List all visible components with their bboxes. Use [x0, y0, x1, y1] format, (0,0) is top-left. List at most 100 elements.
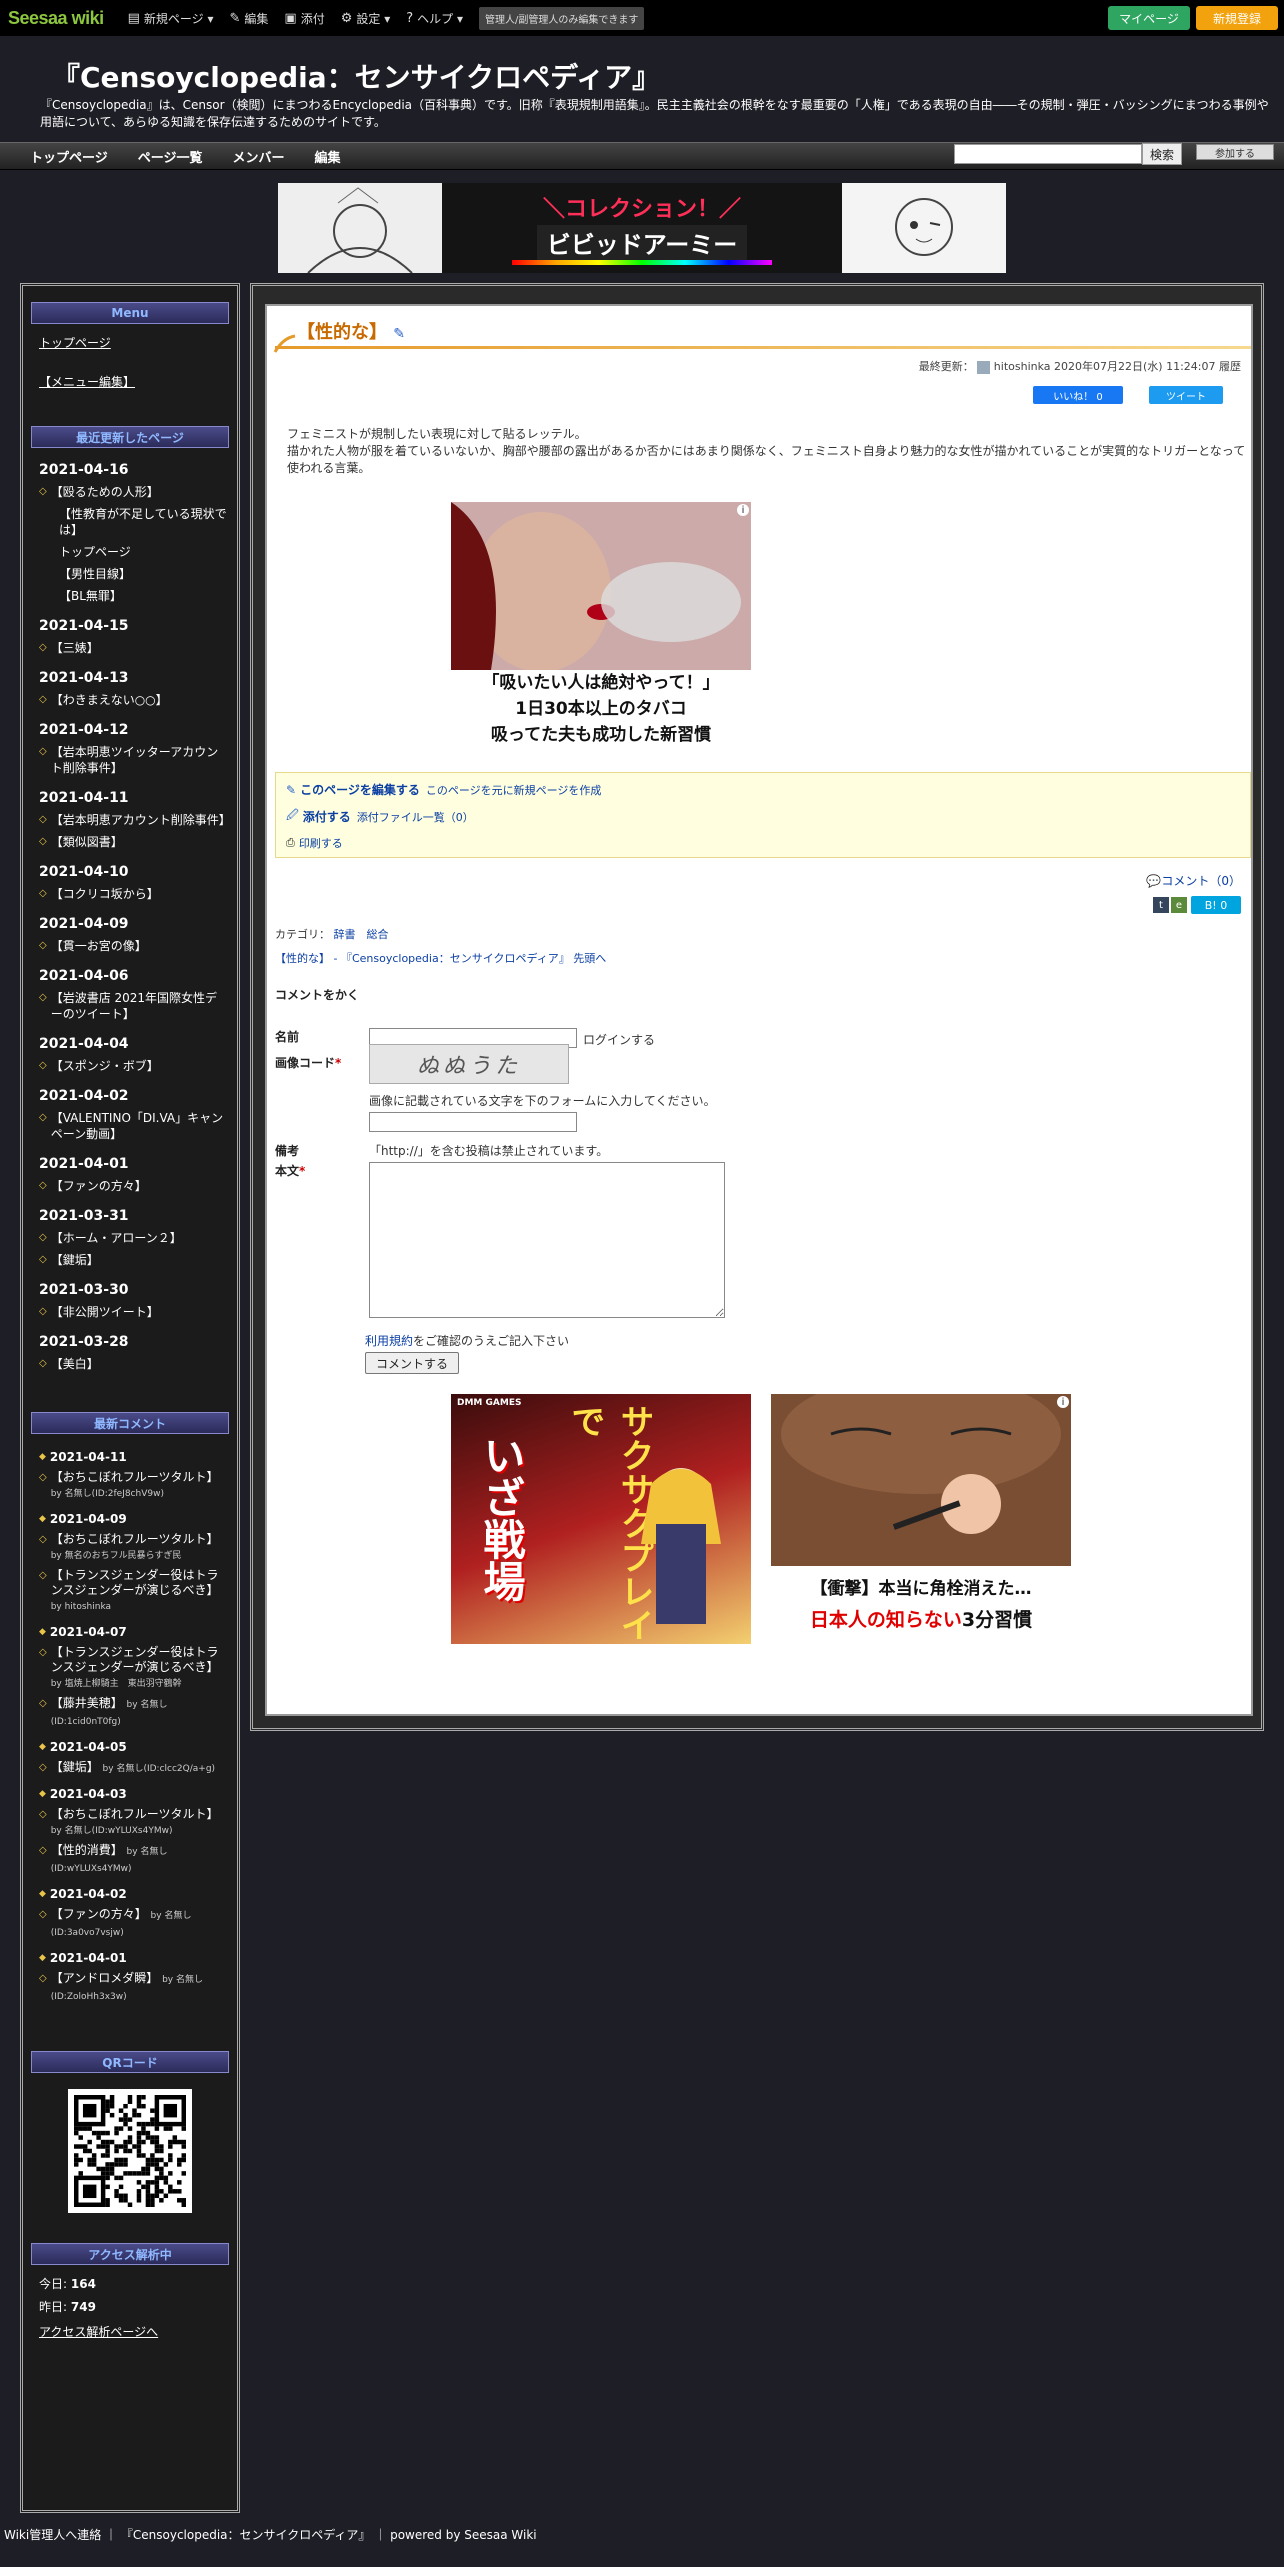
bullet-icon: ◇	[39, 1180, 47, 1191]
nav-top-page[interactable]: トップページ	[30, 147, 108, 166]
mypage-button[interactable]: マイページ	[1108, 6, 1190, 30]
comment-page-link[interactable]: 【トランスジェンダー役はトランスジェンダーが演じるべき】	[51, 1645, 219, 1674]
ad-info-icon[interactable]: i	[1057, 1396, 1069, 1408]
print-link[interactable]: 印刷する	[299, 835, 343, 851]
hatena-bookmark-button[interactable]: B! 0	[1191, 896, 1241, 914]
recent-page-link[interactable]: 【VALENTINO「DI.VA」キャンペーン動画】	[51, 1110, 229, 1142]
attach-menu[interactable]: ▣ 添付	[284, 10, 324, 27]
comment-page-link[interactable]: 【おちこぼれフルーツタルト】	[51, 1532, 219, 1546]
footer-site-link[interactable]: 『Censoyclopedia：センサイクロペディア』	[121, 2528, 371, 2542]
terms-link[interactable]: 利用規約	[365, 1334, 413, 1348]
comment-author: by 塩焼上柳騎主 東出羽守鶴幹	[50, 1679, 182, 1689]
access-analysis-link[interactable]: アクセス解析ページへ	[39, 2323, 237, 2340]
comment-date-row: ◆ 2021-04-02	[39, 1877, 237, 1903]
ad-info-icon[interactable]: i	[737, 504, 749, 516]
updated-timestamp: 2020年07月22日(水) 11:24:07	[1054, 360, 1216, 373]
ad3-photo: i	[771, 1374, 1071, 1566]
qr-code-graphic	[74, 2095, 186, 2207]
help-menu[interactable]: ? ヘルプ ▾	[406, 10, 463, 27]
nav-edit[interactable]: 編集	[315, 147, 341, 166]
recent-date: 2021-04-06	[39, 968, 129, 984]
recent-page-link[interactable]: 【三婊】	[51, 640, 99, 656]
comment-item: ◇ 【鍵垢】 by 名無し(ID:clcc2Q/a+g)	[39, 1760, 229, 1777]
history-link[interactable]: 履歴	[1219, 360, 1241, 373]
edit-page-link[interactable]: このページを編集する	[300, 783, 420, 797]
comment-page-link[interactable]: 【トランスジェンダー役はトランスジェンダーが演じるべき】	[51, 1568, 219, 1597]
sidebar-top-page-link[interactable]: トップページ	[39, 334, 237, 351]
recent-page-link[interactable]: 【ホーム・アローン２】	[51, 1230, 182, 1246]
register-button[interactable]: 新規登録	[1196, 6, 1278, 30]
site-description: 『Censoyclopedia』は、Censor（検閲）にまつわるEncyclo…	[40, 98, 1269, 129]
comment-page-link[interactable]: 【ファンの方々】	[51, 1907, 147, 1921]
contact-admin-link[interactable]: Wiki管理人へ連絡	[4, 2528, 101, 2542]
join-button[interactable]: 参加する	[1196, 144, 1274, 160]
recent-date: 2021-03-28	[39, 1334, 129, 1350]
tweet-button[interactable]: ツイート	[1149, 386, 1223, 404]
back-to-top-link[interactable]: 【性的な】 - 『Censoyclopedia：センサイクロペディア』 先頭へ	[275, 950, 606, 966]
comment-page-link[interactable]: 【鍵垢】	[51, 1760, 99, 1774]
recent-page-link[interactable]: 【貫一お宮の像】	[51, 938, 147, 954]
recent-page-link[interactable]: 【ファンの方々】	[51, 1178, 147, 1194]
bullet-icon: ◇	[39, 1472, 47, 1483]
seesaa-wiki-link[interactable]: Seesaa Wiki	[464, 2528, 536, 2542]
banner-ad[interactable]: ＼コレクション！／ ビビッドアーミー	[278, 183, 1006, 273]
comment-page-link[interactable]: 【藤井美穂】	[51, 1696, 123, 1710]
comment-page-link[interactable]: 【アンドロメダ瞬】	[51, 1971, 159, 1985]
banner-line1: ＼コレクション！／	[542, 197, 741, 222]
recent-page-link[interactable]: 【岩本明恵アカウント削除事件】	[51, 812, 231, 828]
user-avatar-icon	[977, 360, 991, 374]
search-input[interactable]	[954, 144, 1142, 164]
captcha-input[interactable]	[369, 1112, 577, 1132]
recent-page-link[interactable]: 【スポンジ・ボブ】	[51, 1058, 159, 1074]
category-dictionary[interactable]: 辞書	[334, 928, 356, 941]
comment-page-link[interactable]: 【おちこぼれフルーツタルト】	[51, 1807, 219, 1821]
page-body: フェミニストが規制したい表現に対して貼るレッテル。 描かれた人物が服を着ているい…	[287, 426, 1247, 477]
seesaa-wiki-logo[interactable]: Seesaa wiki	[8, 8, 104, 29]
category-general[interactable]: 総合	[367, 928, 389, 941]
terms-notice: 利用規約をご確認のうえご記入下さい	[365, 1332, 569, 1349]
facebook-like-button[interactable]: いいね！ 0	[1033, 386, 1123, 404]
recent-page-link[interactable]: 【わきまえない○○】	[51, 692, 168, 708]
edit-pencil-icon[interactable]: ✎	[393, 326, 405, 342]
recent-page-link[interactable]: 【非公開ツイート】	[51, 1304, 159, 1320]
recent-page-link[interactable]: 【類似図書】	[51, 834, 123, 850]
search-button[interactable]: 検索	[1142, 143, 1182, 165]
ad-copy-line1: 「吸いたい人は絶対やって！」	[482, 673, 720, 693]
recent-page-link[interactable]: 【コクリコ坂から】	[51, 886, 159, 902]
new-from-page-link[interactable]: このページを元に新規ページを作成	[426, 782, 602, 798]
skincare-ad[interactable]: i 【衝撃】本当に角栓消えた… 日本人の知らない3分習慣	[771, 1374, 1071, 1644]
recent-page-link[interactable]: 【岩波書店 2021年国際女性デーのツイート】	[51, 990, 229, 1022]
edit-label: 編集	[244, 11, 269, 26]
site-title[interactable]: 『Censoyclopedia：センサイクロペディア』	[52, 56, 660, 96]
sidebar-menu-edit-link[interactable]: 【メニュー編集】	[39, 373, 237, 390]
recent-page-link[interactable]: 【殴るための人形】	[51, 484, 159, 500]
game-ad[interactable]: DMM GAMES サクサクプレイで いざ戦場	[451, 1394, 751, 1644]
evernote-icon[interactable]: e	[1171, 897, 1187, 913]
recent-page-link[interactable]: トップページ	[59, 544, 131, 560]
comment-page-link[interactable]: 【性的消費】	[51, 1843, 123, 1857]
recent-page-link[interactable]: 【男性目線】	[59, 566, 131, 582]
recent-page-link[interactable]: 【岩本明恵ツイッターアカウント削除事件】	[51, 744, 229, 776]
title-underline	[275, 346, 1251, 349]
bullet-icon: ◇	[39, 1809, 47, 1820]
submit-comment-button[interactable]: コメントする	[365, 1352, 459, 1374]
edit-menu[interactable]: ✎ 編集	[230, 10, 269, 27]
recent-page-link[interactable]: 【BL無罪】	[59, 588, 122, 604]
recent-page-link[interactable]: 【性教育が不足している現状では】	[59, 506, 229, 538]
recent-page-item: ◇ 【鍵垢】	[39, 1252, 229, 1268]
attachment-list-link[interactable]: 添付ファイル一覧（0）	[357, 809, 474, 825]
comment-page-link[interactable]: 【おちこぼれフルーツタルト】	[51, 1470, 219, 1484]
login-link[interactable]: ログインする	[583, 1031, 655, 1048]
comment-count-link[interactable]: コメント（0）	[1161, 874, 1241, 888]
ad3-line2b: 3分習慣	[961, 1609, 1033, 1631]
attach-link[interactable]: 添付する	[303, 810, 351, 824]
nav-members[interactable]: メンバー	[233, 147, 285, 166]
settings-menu[interactable]: ⚙ 設定 ▾	[341, 10, 391, 27]
nav-page-list[interactable]: ページ一覧	[138, 147, 203, 166]
recent-page-link[interactable]: 【鍵垢】	[51, 1252, 99, 1268]
inline-ad-smoking[interactable]: i 「吸いたい人は絶対やって！」 1日30本以上のタバコ 吸ってた夫も成功した新…	[451, 502, 751, 752]
new-page-menu[interactable]: ▤ 新規ページ ▾	[128, 10, 214, 27]
tumblr-icon[interactable]: t	[1153, 897, 1169, 913]
comment-body-textarea[interactable]	[369, 1162, 725, 1318]
recent-page-link[interactable]: 【美白】	[51, 1356, 99, 1372]
